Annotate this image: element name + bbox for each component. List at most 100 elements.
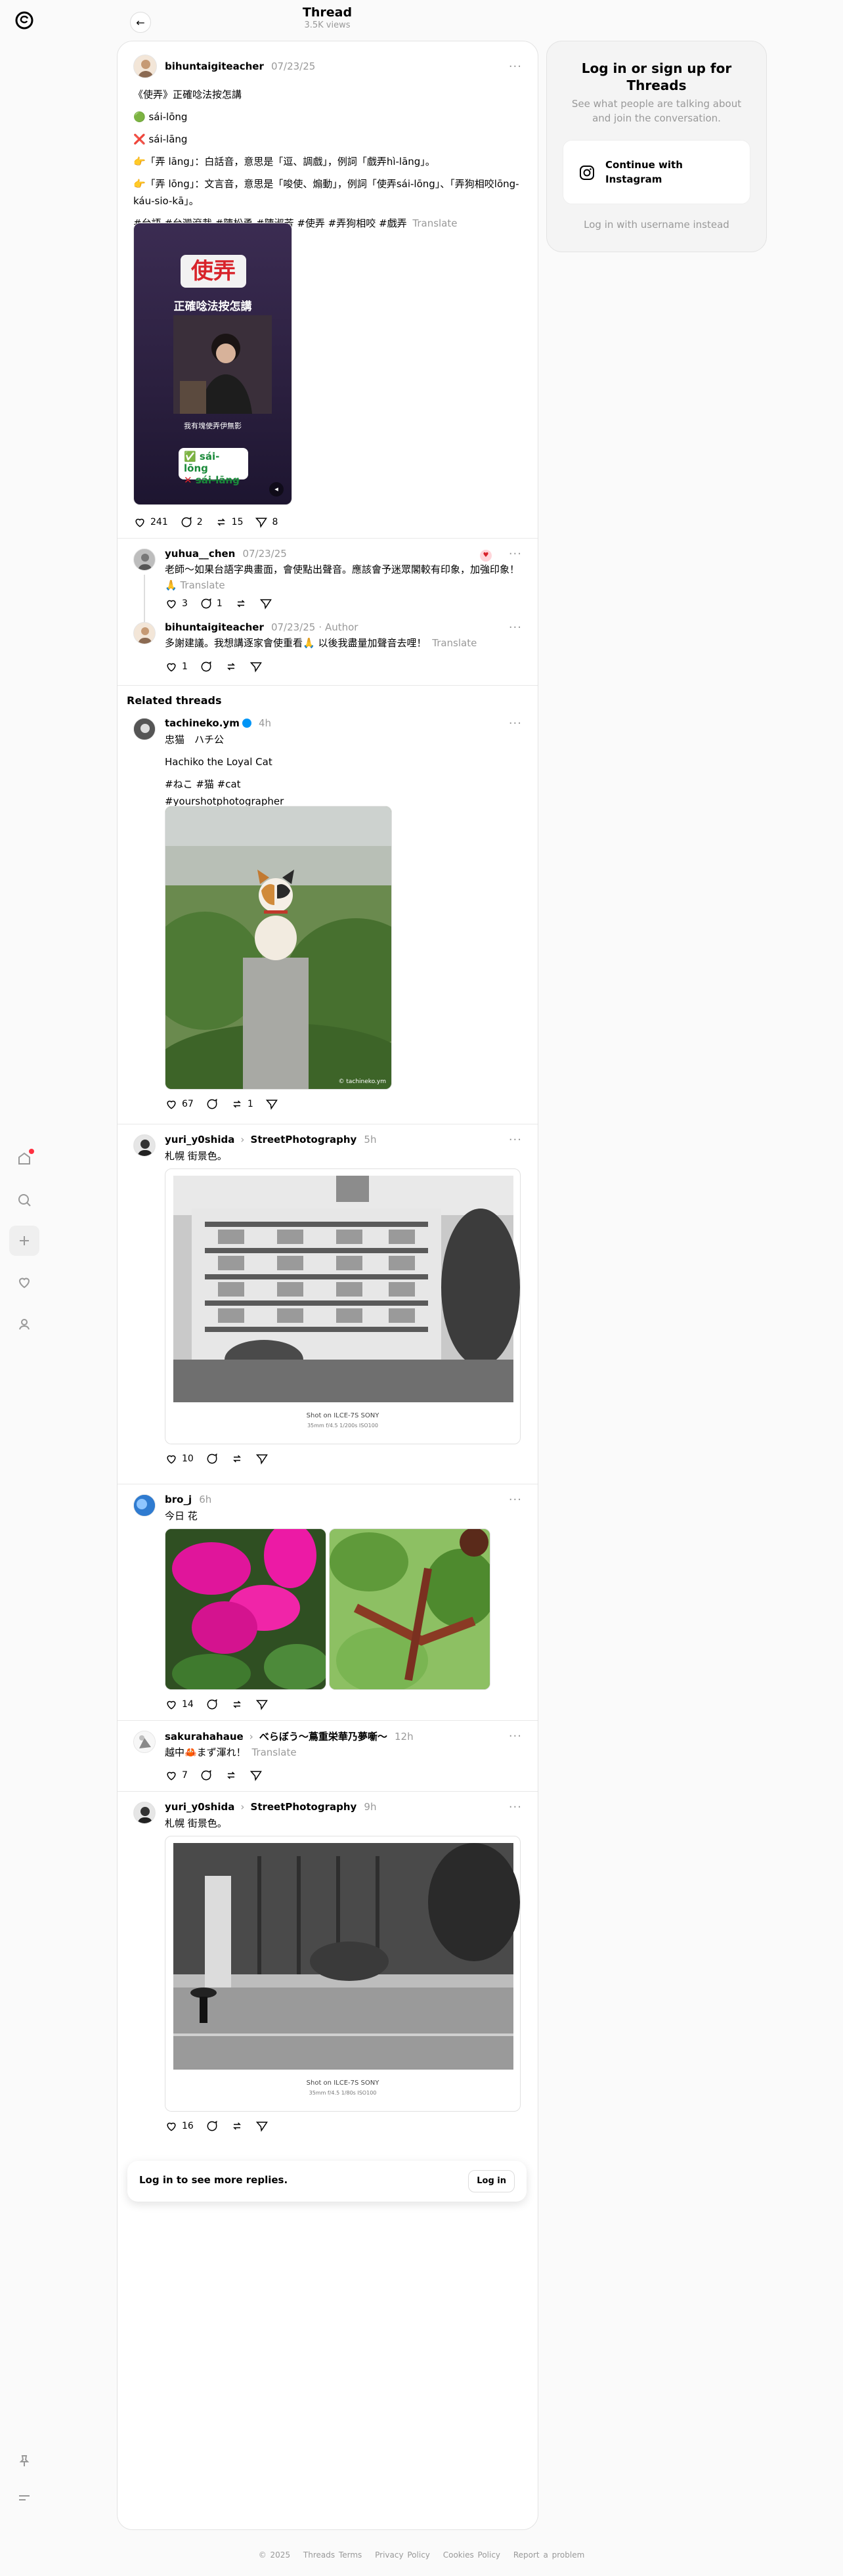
mute-icon[interactable]: ◂ xyxy=(269,482,284,497)
reply-date[interactable]: 07/23/25 xyxy=(242,548,286,560)
repost-button[interactable] xyxy=(225,1769,238,1782)
repost-button[interactable] xyxy=(225,660,238,673)
related-time[interactable]: 12h xyxy=(395,1731,414,1743)
pin-icon[interactable] xyxy=(9,2446,39,2476)
post-video-thumbnail[interactable]: 使弄 正確唸法按怎講 我有塊使弄伊無影 ✅ sái-lōng ✕ sái-lān… xyxy=(133,223,292,505)
share-button[interactable] xyxy=(255,1698,269,1711)
repost-icon xyxy=(232,1100,241,1108)
comment-icon xyxy=(201,1769,211,1781)
street-photo[interactable]: Shot on ILCE-7S SONY 35mm f/4.5 1/80s IS… xyxy=(165,1836,521,2112)
like-button[interactable]: 241 xyxy=(133,516,168,529)
related-username[interactable]: tachineko.ym xyxy=(165,717,240,729)
flower-photo[interactable] xyxy=(165,1528,326,1690)
more-options-icon[interactable]: ··· xyxy=(509,1800,522,1814)
repost-button[interactable] xyxy=(234,597,248,610)
reply-button[interactable] xyxy=(205,1452,219,1465)
related-text: 越中🦀まず渾れ！ xyxy=(165,1746,246,1758)
share-button[interactable]: 8 xyxy=(255,516,278,529)
reply-button[interactable] xyxy=(205,1698,219,1711)
repost-button[interactable]: 1 xyxy=(230,1098,253,1111)
home-icon[interactable] xyxy=(9,1144,39,1174)
community-name[interactable]: べらぼう〜蔦重栄華乃夢噺〜 xyxy=(259,1731,387,1743)
comment-icon xyxy=(201,598,211,609)
share-button[interactable] xyxy=(259,597,272,610)
reply-username[interactable]: bihuntaigiteacher xyxy=(165,621,264,633)
reply-button[interactable] xyxy=(205,1098,219,1111)
translate-link[interactable]: Translate xyxy=(180,579,225,591)
related-time[interactable]: 9h xyxy=(364,1801,376,1813)
like-button[interactable]: 16 xyxy=(165,2120,194,2133)
community-name[interactable]: StreetPhotography xyxy=(251,1801,357,1813)
community-name[interactable]: StreetPhotography xyxy=(251,1134,357,1145)
reply-button[interactable] xyxy=(200,660,213,673)
like-button[interactable]: 14 xyxy=(165,1698,194,1711)
building-photo[interactable]: Shot on ILCE-7S SONY 35mm f/4.5 1/200s I… xyxy=(165,1168,521,1444)
reply-button[interactable]: 1 xyxy=(200,597,223,610)
repost-button[interactable] xyxy=(230,2120,244,2133)
like-button[interactable]: 1 xyxy=(165,660,188,673)
avatar[interactable] xyxy=(133,718,156,740)
avatar[interactable] xyxy=(133,55,157,78)
reply-username[interactable]: yuhua__chen xyxy=(165,548,235,560)
login-button[interactable]: Log in xyxy=(468,2170,515,2192)
like-button[interactable]: 67 xyxy=(165,1098,194,1111)
repost-button[interactable] xyxy=(230,1698,244,1711)
avatar[interactable] xyxy=(133,1802,156,1824)
avatar[interactable] xyxy=(133,1134,156,1157)
reply-button[interactable]: 2 xyxy=(180,516,203,529)
avatar[interactable] xyxy=(133,1494,156,1517)
more-options-icon[interactable]: ··· xyxy=(509,1493,522,1507)
related-username[interactable]: bro_j xyxy=(165,1494,192,1505)
translate-link[interactable]: Translate xyxy=(432,637,477,649)
more-options-icon[interactable]: ··· xyxy=(509,547,522,561)
related-username[interactable]: yuri_y0shida xyxy=(165,1134,234,1145)
cat-photo[interactable]: © tachineko.ym xyxy=(165,806,392,1090)
post-date[interactable]: 07/23/25 xyxy=(271,60,315,72)
username-login-link[interactable]: Log in with username instead xyxy=(547,219,766,231)
more-options-icon[interactable]: ··· xyxy=(509,717,522,730)
post-username[interactable]: bihuntaigiteacher xyxy=(165,60,264,72)
plant-photo[interactable] xyxy=(329,1528,490,1690)
avatar[interactable] xyxy=(133,548,156,571)
footer-cookies-link[interactable]: Cookies Policy xyxy=(443,2550,500,2560)
reply-text: 多謝建議。我想講逐家會使重看🙏 以後我盡量加聲音去哩！ xyxy=(165,637,427,649)
photo-exif: 35mm f/4.5 1/80s ISO100 xyxy=(309,2090,377,2096)
related-time[interactable]: 5h xyxy=(364,1134,376,1145)
repost-button[interactable] xyxy=(230,1452,244,1465)
search-icon[interactable] xyxy=(9,1185,39,1215)
share-button[interactable] xyxy=(265,1098,278,1111)
translate-link[interactable]: Translate xyxy=(251,1746,296,1758)
like-button[interactable]: 3 xyxy=(165,597,188,610)
footer-privacy-link[interactable]: Privacy Policy xyxy=(375,2550,430,2560)
create-icon[interactable] xyxy=(9,1226,39,1256)
reply-button[interactable] xyxy=(200,1769,213,1782)
avatar[interactable] xyxy=(133,622,156,644)
profile-icon[interactable] xyxy=(9,1309,39,1339)
footer-report-link[interactable]: Report a problem xyxy=(513,2550,584,2560)
repost-button[interactable]: 15 xyxy=(215,516,243,529)
translate-link[interactable]: Translate xyxy=(412,217,457,229)
share-button[interactable] xyxy=(249,660,263,673)
like-button[interactable]: 10 xyxy=(165,1452,194,1465)
reply-date[interactable]: 07/23/25 xyxy=(271,621,315,633)
reply-button[interactable] xyxy=(205,2120,219,2133)
more-options-icon[interactable]: ··· xyxy=(509,1133,522,1147)
heart-icon[interactable] xyxy=(9,1267,39,1297)
footer-terms-link[interactable]: Threads Terms xyxy=(303,2550,362,2560)
related-time[interactable]: 4h xyxy=(259,717,271,729)
share-button[interactable] xyxy=(249,1769,263,1782)
continue-with-instagram-button[interactable]: Continue with Instagram xyxy=(563,140,750,204)
share-button[interactable] xyxy=(255,1452,269,1465)
more-options-icon[interactable]: ··· xyxy=(509,621,522,634)
like-button[interactable]: 7 xyxy=(165,1769,188,1782)
related-time[interactable]: 6h xyxy=(199,1494,211,1505)
avatar[interactable] xyxy=(133,1731,156,1753)
related-username[interactable]: yuri_y0shida xyxy=(165,1801,234,1813)
share-button[interactable] xyxy=(255,2120,269,2133)
menu-icon[interactable] xyxy=(9,2483,39,2513)
related-hashtags[interactable]: #ねこ #猫 #cat xyxy=(165,776,519,793)
login-banner-text: Log in to see more replies. xyxy=(139,2174,288,2186)
more-options-icon[interactable]: ··· xyxy=(509,60,522,74)
more-options-icon[interactable]: ··· xyxy=(509,1729,522,1743)
related-username[interactable]: sakurahahaue xyxy=(165,1731,244,1743)
